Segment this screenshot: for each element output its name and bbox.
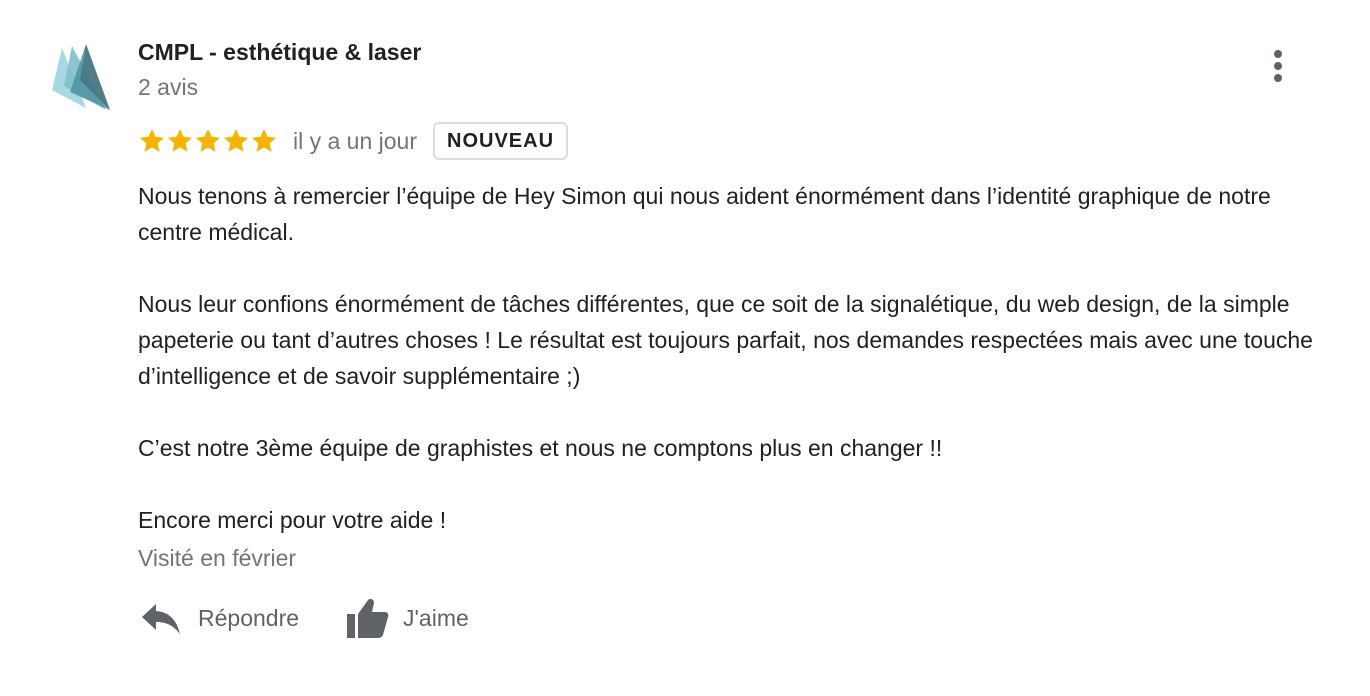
review-actions: Répondre J'aime <box>140 596 469 640</box>
reply-button[interactable]: Répondre <box>140 600 299 636</box>
review-paragraph: C’est notre 3ème équipe de graphistes et… <box>138 435 943 461</box>
star-icon <box>251 129 277 152</box>
star-icon <box>195 129 221 152</box>
review-time: il y a un jour <box>293 128 418 154</box>
thumb-up-icon <box>347 599 389 638</box>
author-avatar[interactable] <box>50 40 120 112</box>
review-card: CMPL - esthétique & laser 2 avis il y a … <box>0 0 1370 696</box>
review-text: Nous tenons à remercier l’équipe de Hey … <box>138 178 1338 538</box>
author-review-count[interactable]: 2 avis <box>138 73 421 101</box>
star-icon <box>223 129 249 152</box>
new-badge: NOUVEAU <box>433 122 569 160</box>
star-rating <box>138 127 278 155</box>
like-label: J'aime <box>403 605 469 631</box>
more-options-icon[interactable] <box>1262 46 1294 86</box>
like-button[interactable]: J'aime <box>345 596 469 640</box>
review-paragraph: Nous tenons à remercier l’équipe de Hey … <box>138 183 1278 245</box>
rating-row: il y a un jour NOUVEAU <box>138 120 569 162</box>
star-icon <box>139 129 165 152</box>
author-name[interactable]: CMPL - esthétique & laser <box>138 38 421 66</box>
review-paragraph: Nous leur confions énormément de tâches … <box>138 291 1320 389</box>
reply-label: Répondre <box>198 605 300 631</box>
star-icon <box>167 129 193 152</box>
reply-icon <box>142 604 180 634</box>
visited-date: Visité en février <box>138 545 297 571</box>
review-header: CMPL - esthétique & laser 2 avis <box>138 38 421 101</box>
review-paragraph: Encore merci pour votre aide ! <box>138 507 447 533</box>
